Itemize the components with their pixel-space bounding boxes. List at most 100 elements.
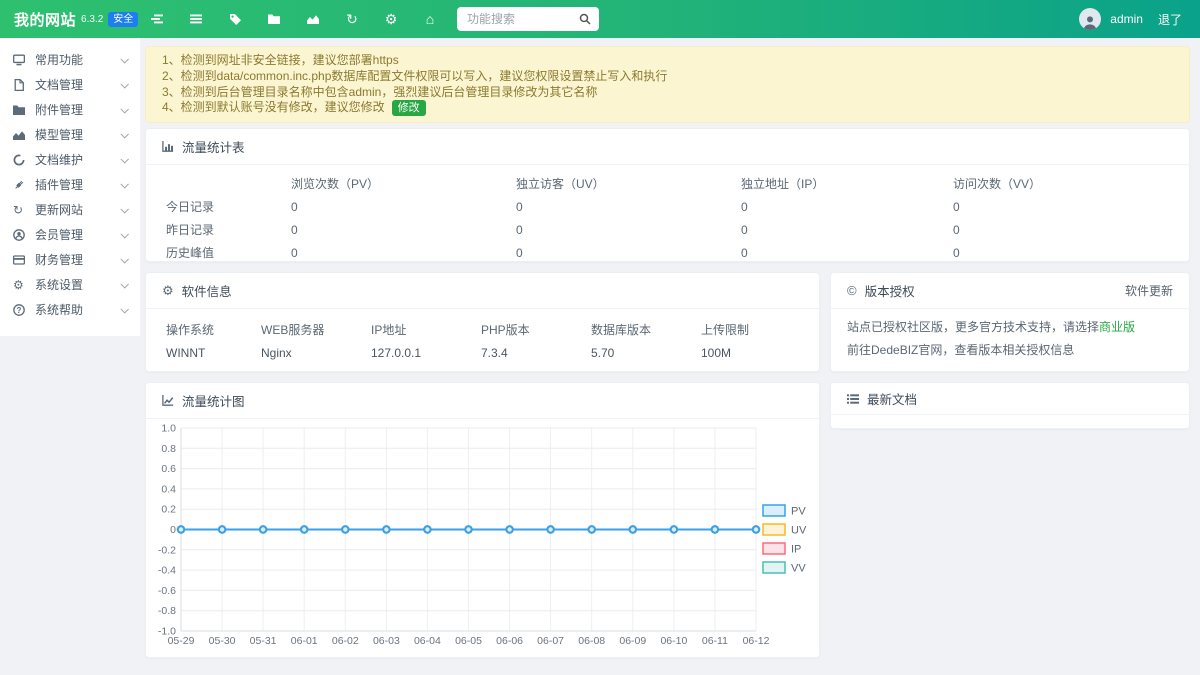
- traffic-line-chart: 05-2905-3005-3106-0106-0206-0306-0406-05…: [154, 419, 816, 655]
- site-logo[interactable]: 我的网站 6.3.2 安全: [0, 9, 148, 30]
- header-nav-icons: ↻ ⚙ ⌂: [150, 12, 437, 26]
- svg-text:1.0: 1.0: [161, 423, 176, 435]
- gear-icon[interactable]: ⚙: [384, 12, 398, 26]
- logout-link[interactable]: 退了: [1158, 11, 1182, 28]
- sidebar-item-finance[interactable]: 财务管理: [0, 247, 140, 272]
- row-value: 0: [953, 223, 1169, 237]
- safe-badge[interactable]: 安全: [108, 12, 138, 27]
- alert-line: 2、检测到data/common.inc.php数据库配置文件权限可以写入，建议…: [162, 69, 1173, 85]
- sidebar-item-label: 系统帮助: [35, 301, 121, 318]
- row-value: 0: [953, 246, 1169, 260]
- traffic-chart: 05-2905-3005-3106-0106-0206-0306-0406-05…: [154, 419, 816, 655]
- row-value: 0: [741, 223, 953, 237]
- sidebar-item-label: 会员管理: [35, 226, 121, 243]
- license-line-1: 站点已授权社区版，更多官方技术支持，请选择商业版: [847, 316, 1173, 339]
- security-alert: 1、检测到网址非安全链接，建议您部署https2、检测到data/common.…: [145, 46, 1190, 123]
- field-label: 数据库版本: [591, 321, 701, 338]
- svg-text:-0.2: -0.2: [158, 544, 176, 556]
- svg-text:06-07: 06-07: [537, 635, 564, 647]
- sidebar-item-label: 文档维护: [35, 151, 121, 168]
- field-value: 100M: [701, 346, 799, 360]
- svg-text:0.6: 0.6: [161, 463, 176, 475]
- row-label: 历史峰值: [166, 244, 291, 261]
- svg-text:06-08: 06-08: [578, 635, 605, 647]
- alert-line: 3、检测到后台管理目录名称中包含admin，强烈建议后台管理目录修改为其它名称: [162, 85, 1173, 101]
- field-label: IP地址: [371, 321, 481, 338]
- sidebar-item-plugins[interactable]: 插件管理: [0, 172, 140, 197]
- sidebar-item-label: 插件管理: [35, 176, 121, 193]
- sidebar-item-label: 常用功能: [35, 51, 121, 68]
- row-value: 0: [291, 246, 516, 260]
- chevron-down-icon: [120, 130, 128, 138]
- svg-text:06-11: 06-11: [702, 635, 728, 647]
- panel-title: 流量统计表: [182, 137, 245, 156]
- traffic-stats-panel: 流量统计表 浏览次数（PV）独立访客（UV）独立地址（IP）访问次数（VV）今日…: [145, 128, 1190, 262]
- search-box[interactable]: [457, 7, 599, 31]
- svg-text:06-02: 06-02: [332, 635, 359, 647]
- row-label: 今日记录: [166, 198, 291, 215]
- modify-button[interactable]: 修改: [392, 100, 426, 116]
- sidebar-item-update-site[interactable]: ↻更新网站: [0, 197, 140, 222]
- avatar[interactable]: [1079, 8, 1101, 30]
- stream-icon[interactable]: [150, 12, 164, 26]
- chevron-down-icon: [120, 280, 128, 288]
- panel-title: 最新文档: [867, 389, 917, 408]
- svg-text:-0.6: -0.6: [158, 585, 176, 597]
- svg-text:06-12: 06-12: [743, 635, 770, 647]
- column-header: 独立访客（UV）: [516, 175, 741, 192]
- chevron-down-icon: [120, 305, 128, 313]
- search-input[interactable]: [465, 11, 575, 27]
- list-icon: [847, 393, 859, 405]
- panel-title: 流量统计图: [182, 391, 245, 410]
- svg-text:UV: UV: [791, 525, 807, 537]
- sidebar-item-members[interactable]: 会员管理: [0, 222, 140, 247]
- sidebar-item-maintenance[interactable]: 文档维护: [0, 147, 140, 172]
- svg-text:06-01: 06-01: [291, 635, 318, 647]
- svg-text:0.8: 0.8: [161, 443, 176, 455]
- column-header: 浏览次数（PV）: [291, 175, 516, 192]
- sidebar-item-label: 财务管理: [35, 251, 121, 268]
- sidebar-item-attachments[interactable]: 附件管理: [0, 97, 140, 122]
- svg-text:?: ?: [17, 305, 22, 314]
- software-labels-row: 操作系统WEB服务器IP地址PHP版本数据库版本上传限制: [146, 319, 819, 340]
- chevron-down-icon: [120, 205, 128, 213]
- svg-text:06-10: 06-10: [660, 635, 687, 647]
- traffic-table: 浏览次数（PV）独立访客（UV）独立地址（IP）访问次数（VV）今日记录0000…: [146, 172, 1189, 264]
- alert-line: 4、检测到默认账号没有修改，建议您修改修改: [162, 100, 1173, 116]
- tag-icon[interactable]: [228, 12, 242, 26]
- chart-area-icon[interactable]: [306, 12, 320, 26]
- sidebar-item-documents[interactable]: 文档管理: [0, 72, 140, 97]
- sidebar-item-models[interactable]: 模型管理: [0, 122, 140, 147]
- cogs-icon: ⚙: [162, 284, 174, 297]
- alert-line: 1、检测到网址非安全链接，建议您部署https: [162, 53, 1173, 69]
- main-content: 1、检测到网址非安全链接，建议您部署https2、检测到data/common.…: [145, 38, 1190, 675]
- bars-icon[interactable]: [189, 12, 203, 26]
- field-label: WEB服务器: [261, 321, 371, 338]
- field-label: 操作系统: [166, 321, 261, 338]
- sidebar-item-settings[interactable]: ⚙系统设置: [0, 272, 140, 297]
- sync-icon[interactable]: ↻: [345, 12, 359, 26]
- folder-icon: [13, 104, 27, 116]
- username[interactable]: admin: [1110, 12, 1143, 26]
- folder-icon[interactable]: [267, 12, 281, 26]
- sidebar-item-common[interactable]: 常用功能: [0, 47, 140, 72]
- svg-text:VV: VV: [791, 563, 806, 575]
- sidebar-item-label: 更新网站: [35, 201, 121, 218]
- sidebar-item-label: 模型管理: [35, 126, 121, 143]
- software-values-row: WINNTNginx127.0.0.17.3.45.70100M: [146, 340, 819, 365]
- search-icon[interactable]: [579, 13, 591, 25]
- field-label: PHP版本: [481, 321, 591, 338]
- sidebar-item-help[interactable]: ? 系统帮助: [0, 297, 140, 322]
- row-value: 0: [741, 200, 953, 214]
- software-update-link[interactable]: 软件更新: [1125, 282, 1173, 299]
- row-value: 0: [516, 246, 741, 260]
- commercial-edition-link[interactable]: 商业版: [1099, 320, 1135, 334]
- field-value: 7.3.4: [481, 346, 591, 360]
- row-value: 0: [291, 200, 516, 214]
- chevron-down-icon: [120, 55, 128, 63]
- sidebar-item-label: 文档管理: [35, 76, 121, 93]
- circle-notch-icon: [13, 154, 27, 166]
- row-value: 0: [741, 246, 953, 260]
- home-icon[interactable]: ⌂: [423, 12, 437, 26]
- credit-card-icon: [13, 254, 27, 266]
